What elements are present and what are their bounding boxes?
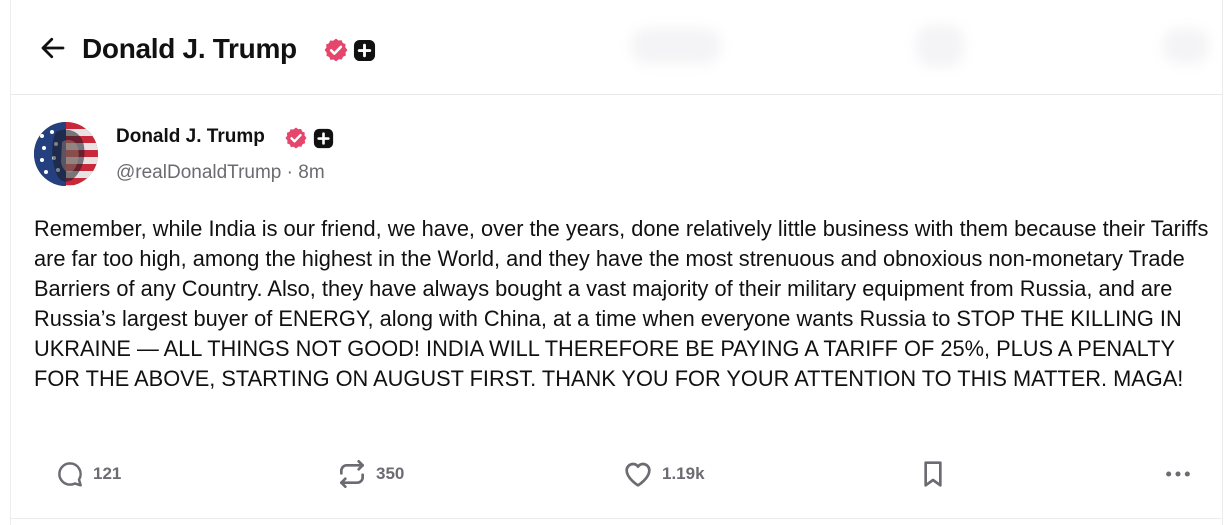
- heart-icon: [625, 462, 651, 487]
- blurred-header-control: [631, 28, 721, 64]
- repost-count: 350: [376, 464, 405, 483]
- post-page: Donald J. Trump Donald J. Trump @realDon…: [10, 0, 1223, 525]
- verified-badge-icon: [285, 127, 307, 149]
- arrow-left-icon: [41, 37, 65, 59]
- like-count: 1.19k: [662, 464, 705, 483]
- meta-separator: ·: [281, 162, 299, 183]
- verified-badge-icon: [324, 38, 348, 62]
- post-time[interactable]: 8m: [298, 162, 324, 183]
- header-badges: [323, 37, 376, 63]
- page-header: Donald J. Trump: [11, 0, 1222, 95]
- bookmark-icon: [924, 461, 942, 487]
- plus-badge-icon: [353, 39, 376, 61]
- post-actions: 121 350 1.19k: [11, 452, 1222, 496]
- like-button[interactable]: 1.19k: [622, 452, 705, 496]
- blurred-header-control: [1163, 28, 1209, 64]
- post-body: Remember, while India is our friend, we …: [34, 216, 1209, 391]
- more-options-button[interactable]: [1162, 452, 1194, 496]
- repost-icon: [340, 460, 364, 488]
- bookmark-button[interactable]: [917, 452, 949, 496]
- back-button[interactable]: [35, 30, 71, 66]
- post-handle[interactable]: @realDonaldTrump: [116, 162, 281, 183]
- page-title: Donald J. Trump: [82, 33, 297, 64]
- reply-button[interactable]: 121: [55, 452, 121, 496]
- post-badges: [284, 126, 334, 150]
- more-horizontal-icon: [1166, 471, 1190, 477]
- reply-count: 121: [93, 464, 122, 483]
- post-meta: @realDonaldTrump · 8m: [116, 160, 325, 186]
- avatar-image: [34, 122, 98, 186]
- blurred-header-control: [916, 25, 964, 67]
- plus-badge-icon: [313, 128, 334, 148]
- avatar[interactable]: [34, 122, 98, 186]
- reply-icon: [58, 462, 82, 487]
- divider: [11, 518, 1222, 519]
- post-author-name[interactable]: Donald J. Trump: [116, 124, 265, 150]
- repost-button[interactable]: 350: [336, 452, 404, 496]
